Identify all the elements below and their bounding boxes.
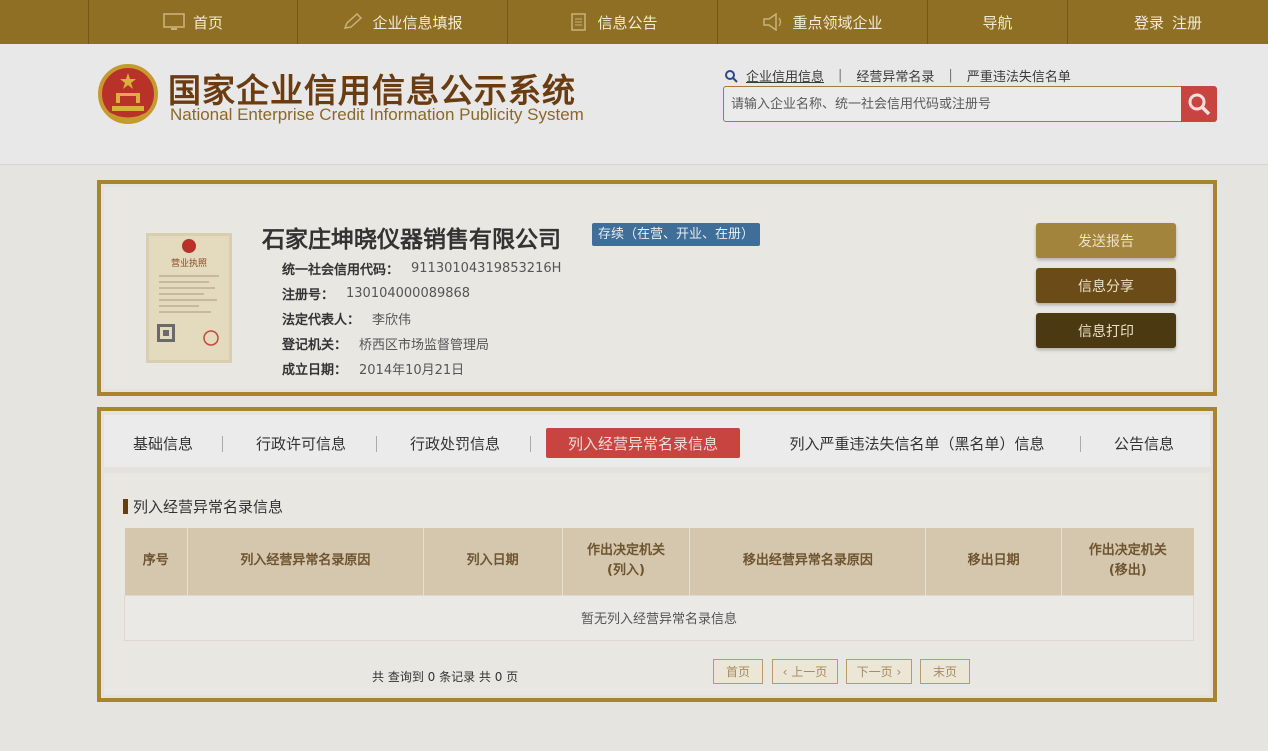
nav-notice-label: 信息公告 bbox=[597, 13, 658, 32]
tab-divider bbox=[376, 436, 377, 452]
nav-key-areas[interactable]: 重点领域企业 bbox=[718, 0, 928, 44]
search-button[interactable] bbox=[1181, 86, 1217, 122]
nav-home[interactable]: 首页 bbox=[88, 0, 298, 44]
field-reg-number: 注册号： 130104000089868 bbox=[282, 281, 561, 306]
nav-fill-label: 企业信息填报 bbox=[372, 13, 463, 32]
field-authority: 登记机关： 桥西区市场监督管理局 bbox=[282, 331, 561, 356]
pager-prev-label: 上一页 bbox=[791, 665, 828, 679]
pager-next-label: 下一页 bbox=[856, 665, 893, 679]
abnormal-list-panel: 列入经营异常名录信息 序号 列入经营异常名录原因 列入日期 作出决定机关 (列入)… bbox=[104, 473, 1210, 695]
field-value: 91130104319853216H bbox=[411, 261, 562, 276]
field-established: 成立日期： 2014年10月21日 bbox=[282, 356, 561, 381]
nav-key-areas-label: 重点领域企业 bbox=[792, 13, 883, 32]
search-type-links: 企业信用信息 | 经营异常名录 | 严重违法失信名单 bbox=[724, 66, 1071, 85]
abnormal-list-table: 序号 列入经营异常名录原因 列入日期 作出决定机关 (列入) 移出经营异常名录原因… bbox=[124, 528, 1194, 641]
table-header-row: 序号 列入经营异常名录原因 列入日期 作出决定机关 (列入) 移出经营异常名录原因… bbox=[124, 528, 1194, 595]
nav-fill[interactable]: 企业信息填报 bbox=[298, 0, 508, 44]
col-date-out: 移出日期 bbox=[925, 528, 1063, 595]
tab-divider bbox=[222, 436, 223, 452]
col-date-in: 列入日期 bbox=[423, 528, 563, 595]
pager-first[interactable]: 首页 bbox=[713, 659, 763, 684]
nav-notice[interactable]: 信息公告 bbox=[508, 0, 718, 44]
search-link-credit[interactable]: 企业信用信息 bbox=[746, 66, 824, 85]
section-title: 列入经营异常名录信息 bbox=[123, 496, 283, 517]
pager-last[interactable]: 末页 bbox=[920, 659, 970, 684]
nav-account: 登录 注册 bbox=[1068, 0, 1268, 44]
field-value: 130104000089868 bbox=[346, 286, 471, 301]
nav-register-link[interactable]: 注册 bbox=[1172, 12, 1202, 33]
pager-prev[interactable]: ‹ 上一页 bbox=[772, 659, 838, 684]
send-report-button[interactable]: 发送报告 bbox=[1036, 223, 1176, 258]
pen-icon bbox=[344, 13, 363, 29]
company-card: 营业执照 石家庄坤晓仪器销售有限公司 存续（在营、开业、在册） 统一社会信用代码… bbox=[97, 180, 1217, 396]
top-nav: 首页 企业信息填报 信息公告 重点领域企业 导航 登录 注册 bbox=[0, 0, 1268, 44]
tab-divider bbox=[530, 436, 531, 452]
col-authority-in-line2: (列入) bbox=[607, 563, 645, 579]
col-authority-in: 作出决定机关 (列入) bbox=[562, 528, 691, 595]
magnifier-icon bbox=[1188, 93, 1211, 116]
field-value: 2014年10月21日 bbox=[359, 363, 465, 378]
pager-next[interactable]: 下一页 › bbox=[846, 659, 912, 684]
field-label: 统一社会信用代码： bbox=[282, 263, 400, 278]
monitor-icon bbox=[163, 13, 185, 30]
nav-home-label: 首页 bbox=[192, 13, 223, 32]
license-document-icon: 营业执照 bbox=[149, 236, 229, 360]
site-header: 国家企业信用信息公示系统 National Enterprise Credit … bbox=[0, 44, 1268, 165]
tab-blacklist[interactable]: 列入严重违法失信名单（黑名单）信息 bbox=[772, 428, 1062, 458]
company-name: 石家庄坤晓仪器销售有限公司 bbox=[262, 227, 561, 253]
col-authority-in-line1: 作出决定机关 bbox=[586, 543, 665, 559]
table-row: 暂无列入经营异常名录信息 bbox=[124, 594, 1194, 641]
tab-basic-info[interactable]: 基础信息 bbox=[124, 428, 202, 458]
share-info-button[interactable]: 信息分享 bbox=[1036, 268, 1176, 303]
field-legal-rep: 法定代表人： 李欣伟 bbox=[282, 306, 561, 331]
field-value: 李欣伟 bbox=[372, 313, 412, 328]
col-reason-in: 列入经营异常名录原因 bbox=[187, 528, 424, 595]
tab-bar: 基础信息 行政许可信息 行政处罚信息 列入经营异常名录信息 列入严重违法失信名单… bbox=[104, 415, 1210, 467]
site-subtitle: National Enterprise Credit Information P… bbox=[170, 105, 584, 124]
national-emblem-icon bbox=[98, 64, 158, 124]
speaker-icon bbox=[763, 13, 782, 31]
search-box bbox=[723, 86, 1183, 122]
tab-announcement[interactable]: 公告信息 bbox=[1104, 428, 1184, 458]
empty-message: 暂无列入经营异常名录信息 bbox=[124, 594, 1194, 641]
col-reason-out: 移出经营异常名录原因 bbox=[689, 528, 927, 595]
tab-admin-penalty[interactable]: 行政处罚信息 bbox=[401, 428, 509, 458]
nav-login-link[interactable]: 登录 bbox=[1134, 12, 1164, 33]
field-label: 登记机关： bbox=[282, 338, 348, 353]
field-value: 桥西区市场监督管理局 bbox=[359, 338, 490, 353]
search-link-abnormal[interactable]: 经营异常名录 bbox=[856, 66, 934, 85]
chevron-right-icon: › bbox=[892, 664, 902, 679]
tab-abnormal-list[interactable]: 列入经营异常名录信息 bbox=[546, 428, 740, 458]
chevron-left-icon: ‹ bbox=[782, 664, 792, 679]
search-icon bbox=[725, 69, 738, 83]
detail-section: 基础信息 行政许可信息 行政处罚信息 列入经营异常名录信息 列入严重违法失信名单… bbox=[97, 407, 1217, 702]
title-marker bbox=[123, 499, 128, 514]
business-license-image[interactable]: 营业执照 bbox=[146, 233, 232, 363]
field-label: 注册号： bbox=[282, 288, 335, 303]
company-fields: 统一社会信用代码： 91130104319853216H 注册号： 130104… bbox=[282, 256, 561, 381]
field-credit-code: 统一社会信用代码： 91130104319853216H bbox=[282, 256, 561, 281]
divider: | bbox=[948, 68, 953, 83]
document-icon bbox=[571, 13, 587, 31]
search-input[interactable] bbox=[731, 96, 1182, 112]
col-index: 序号 bbox=[124, 528, 188, 595]
print-info-button[interactable]: 信息打印 bbox=[1036, 313, 1176, 348]
tab-admin-license[interactable]: 行政许可信息 bbox=[247, 428, 355, 458]
section-title-text: 列入经营异常名录信息 bbox=[133, 498, 284, 516]
search-link-blacklist[interactable]: 严重违法失信名单 bbox=[967, 66, 1071, 85]
col-authority-out: 作出决定机关 (移出) bbox=[1061, 528, 1194, 595]
tab-divider bbox=[1080, 436, 1081, 452]
license-title: 营业执照 bbox=[171, 257, 207, 269]
col-authority-out-line2: (移出) bbox=[1108, 563, 1147, 579]
col-authority-out-line1: 作出决定机关 bbox=[1088, 543, 1167, 559]
nav-guide[interactable]: 导航 bbox=[928, 0, 1068, 44]
pager-summary: 共 查询到 0 条记录 共 0 页 bbox=[372, 670, 519, 684]
field-label: 法定代表人： bbox=[282, 313, 361, 328]
divider: | bbox=[838, 68, 843, 83]
status-badge: 存续（在营、开业、在册） bbox=[592, 223, 761, 246]
field-label: 成立日期： bbox=[282, 363, 348, 378]
nav-guide-label: 导航 bbox=[982, 13, 1013, 32]
